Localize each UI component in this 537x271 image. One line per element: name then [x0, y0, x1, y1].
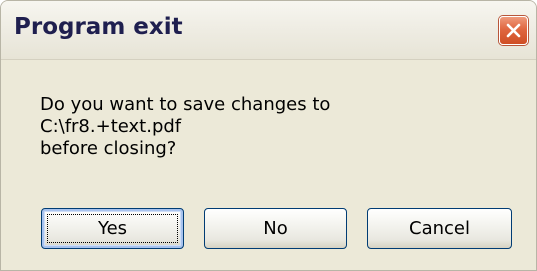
yes-button[interactable]: Yes	[41, 208, 184, 249]
message-file-path: C:\fr8.+text.pdf	[40, 116, 182, 137]
dialog-message: Do you want to save changes to C:\fr8.+t…	[40, 94, 330, 160]
message-line: before closing?	[40, 138, 177, 159]
dialog-body: Do you want to save changes to C:\fr8.+t…	[1, 60, 536, 270]
message-line: Do you want to save changes to	[40, 94, 331, 115]
cancel-button[interactable]: Cancel	[367, 208, 512, 249]
no-button[interactable]: No	[204, 208, 347, 249]
cancel-button-label: Cancel	[409, 218, 470, 239]
yes-button-label: Yes	[97, 218, 128, 239]
close-button[interactable]	[499, 16, 528, 45]
no-button-label: No	[263, 218, 288, 239]
dialog-title: Program exit	[14, 14, 183, 40]
program-exit-dialog: Program exit Do you want to save changes…	[0, 0, 537, 271]
close-icon	[506, 23, 521, 38]
title-bar[interactable]: Program exit	[1, 1, 536, 60]
